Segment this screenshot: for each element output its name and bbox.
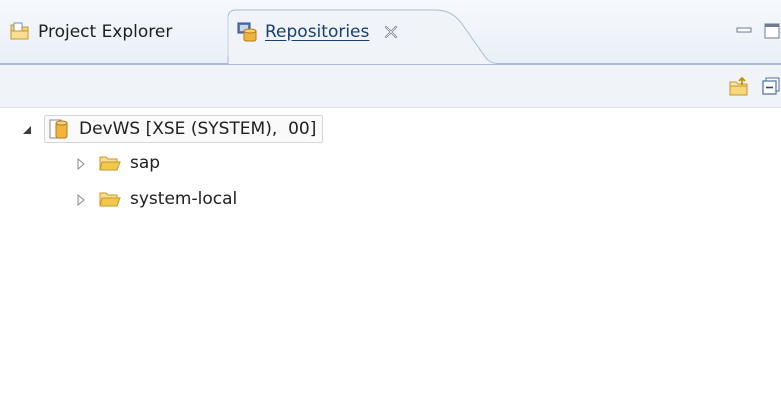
tree-item-devws-selection: DevWS [XSE (SYSTEM), 00] bbox=[44, 115, 324, 143]
collapsed-triangle-icon[interactable] bbox=[74, 156, 88, 171]
new-repository-icon[interactable] bbox=[728, 76, 750, 98]
tree-item-sap-label: sap bbox=[130, 153, 161, 173]
project-explorer-icon bbox=[8, 20, 32, 44]
tab-repositories[interactable]: Repositories bbox=[235, 16, 399, 48]
view-toolbar bbox=[0, 64, 781, 108]
repository-tree: DevWS [XSE (SYSTEM), 00] sap system-loca… bbox=[0, 108, 781, 396]
repositories-icon bbox=[235, 20, 259, 44]
repositories-view: Project Explorer Repositories DevWS [XSE… bbox=[0, 0, 781, 396]
tab-repositories-label: Repositories bbox=[265, 22, 370, 42]
collapsed-triangle-icon[interactable] bbox=[74, 192, 88, 207]
tree-item-system-local[interactable]: system-local bbox=[74, 184, 237, 214]
tree-item-devws-label: DevWS [XSE (SYSTEM), 00] bbox=[79, 119, 317, 139]
tree-item-devws[interactable]: DevWS [XSE (SYSTEM), 00] bbox=[20, 114, 324, 144]
tree-item-sap[interactable]: sap bbox=[74, 148, 160, 178]
minimize-icon[interactable] bbox=[735, 22, 753, 40]
expanded-triangle-icon[interactable] bbox=[20, 122, 34, 136]
close-icon[interactable] bbox=[383, 24, 399, 40]
collapse-all-icon[interactable] bbox=[762, 77, 781, 97]
maximize-icon[interactable] bbox=[763, 22, 781, 40]
folder-open-icon bbox=[98, 151, 122, 175]
folder-open-icon bbox=[98, 187, 122, 211]
view-tab-strip: Project Explorer Repositories bbox=[0, 0, 781, 64]
tree-item-system-local-label: system-local bbox=[130, 189, 238, 209]
workspace-repository-icon bbox=[47, 117, 71, 141]
tab-project-explorer-label: Project Explorer bbox=[38, 22, 173, 42]
view-controls bbox=[735, 22, 781, 42]
tab-project-explorer[interactable]: Project Explorer bbox=[8, 16, 172, 48]
